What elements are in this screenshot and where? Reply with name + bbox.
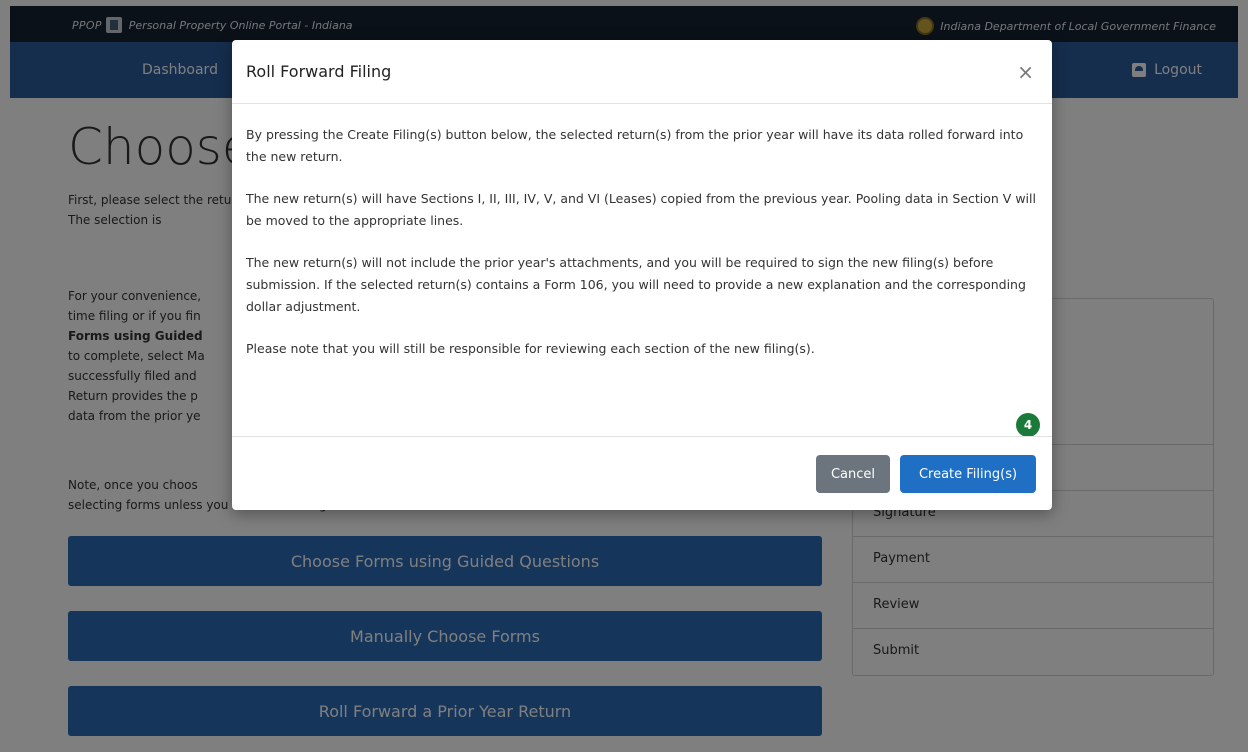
modal-paragraph: Please note that you will still be respo… — [246, 341, 815, 356]
modal-paragraph: The new return(s) will have Sections I, … — [246, 191, 1036, 228]
modal-title: Roll Forward Filing — [246, 62, 392, 81]
close-icon[interactable]: × — [1017, 60, 1034, 84]
modal-paragraph: The new return(s) will not include the p… — [246, 255, 1026, 314]
modal-paragraph: By pressing the Create Filing(s) button … — [246, 127, 1024, 164]
modal-footer: Cancel Create Filing(s) — [232, 436, 1052, 510]
modal-header: Roll Forward Filing × — [232, 40, 1052, 104]
roll-forward-modal: Roll Forward Filing × By pressing the Cr… — [232, 40, 1052, 510]
modal-body: By pressing the Create Filing(s) button … — [246, 124, 1046, 380]
cancel-button[interactable]: Cancel — [816, 455, 890, 493]
step-number-badge: 4 — [1016, 413, 1040, 437]
create-filings-button[interactable]: Create Filing(s) — [900, 455, 1036, 493]
